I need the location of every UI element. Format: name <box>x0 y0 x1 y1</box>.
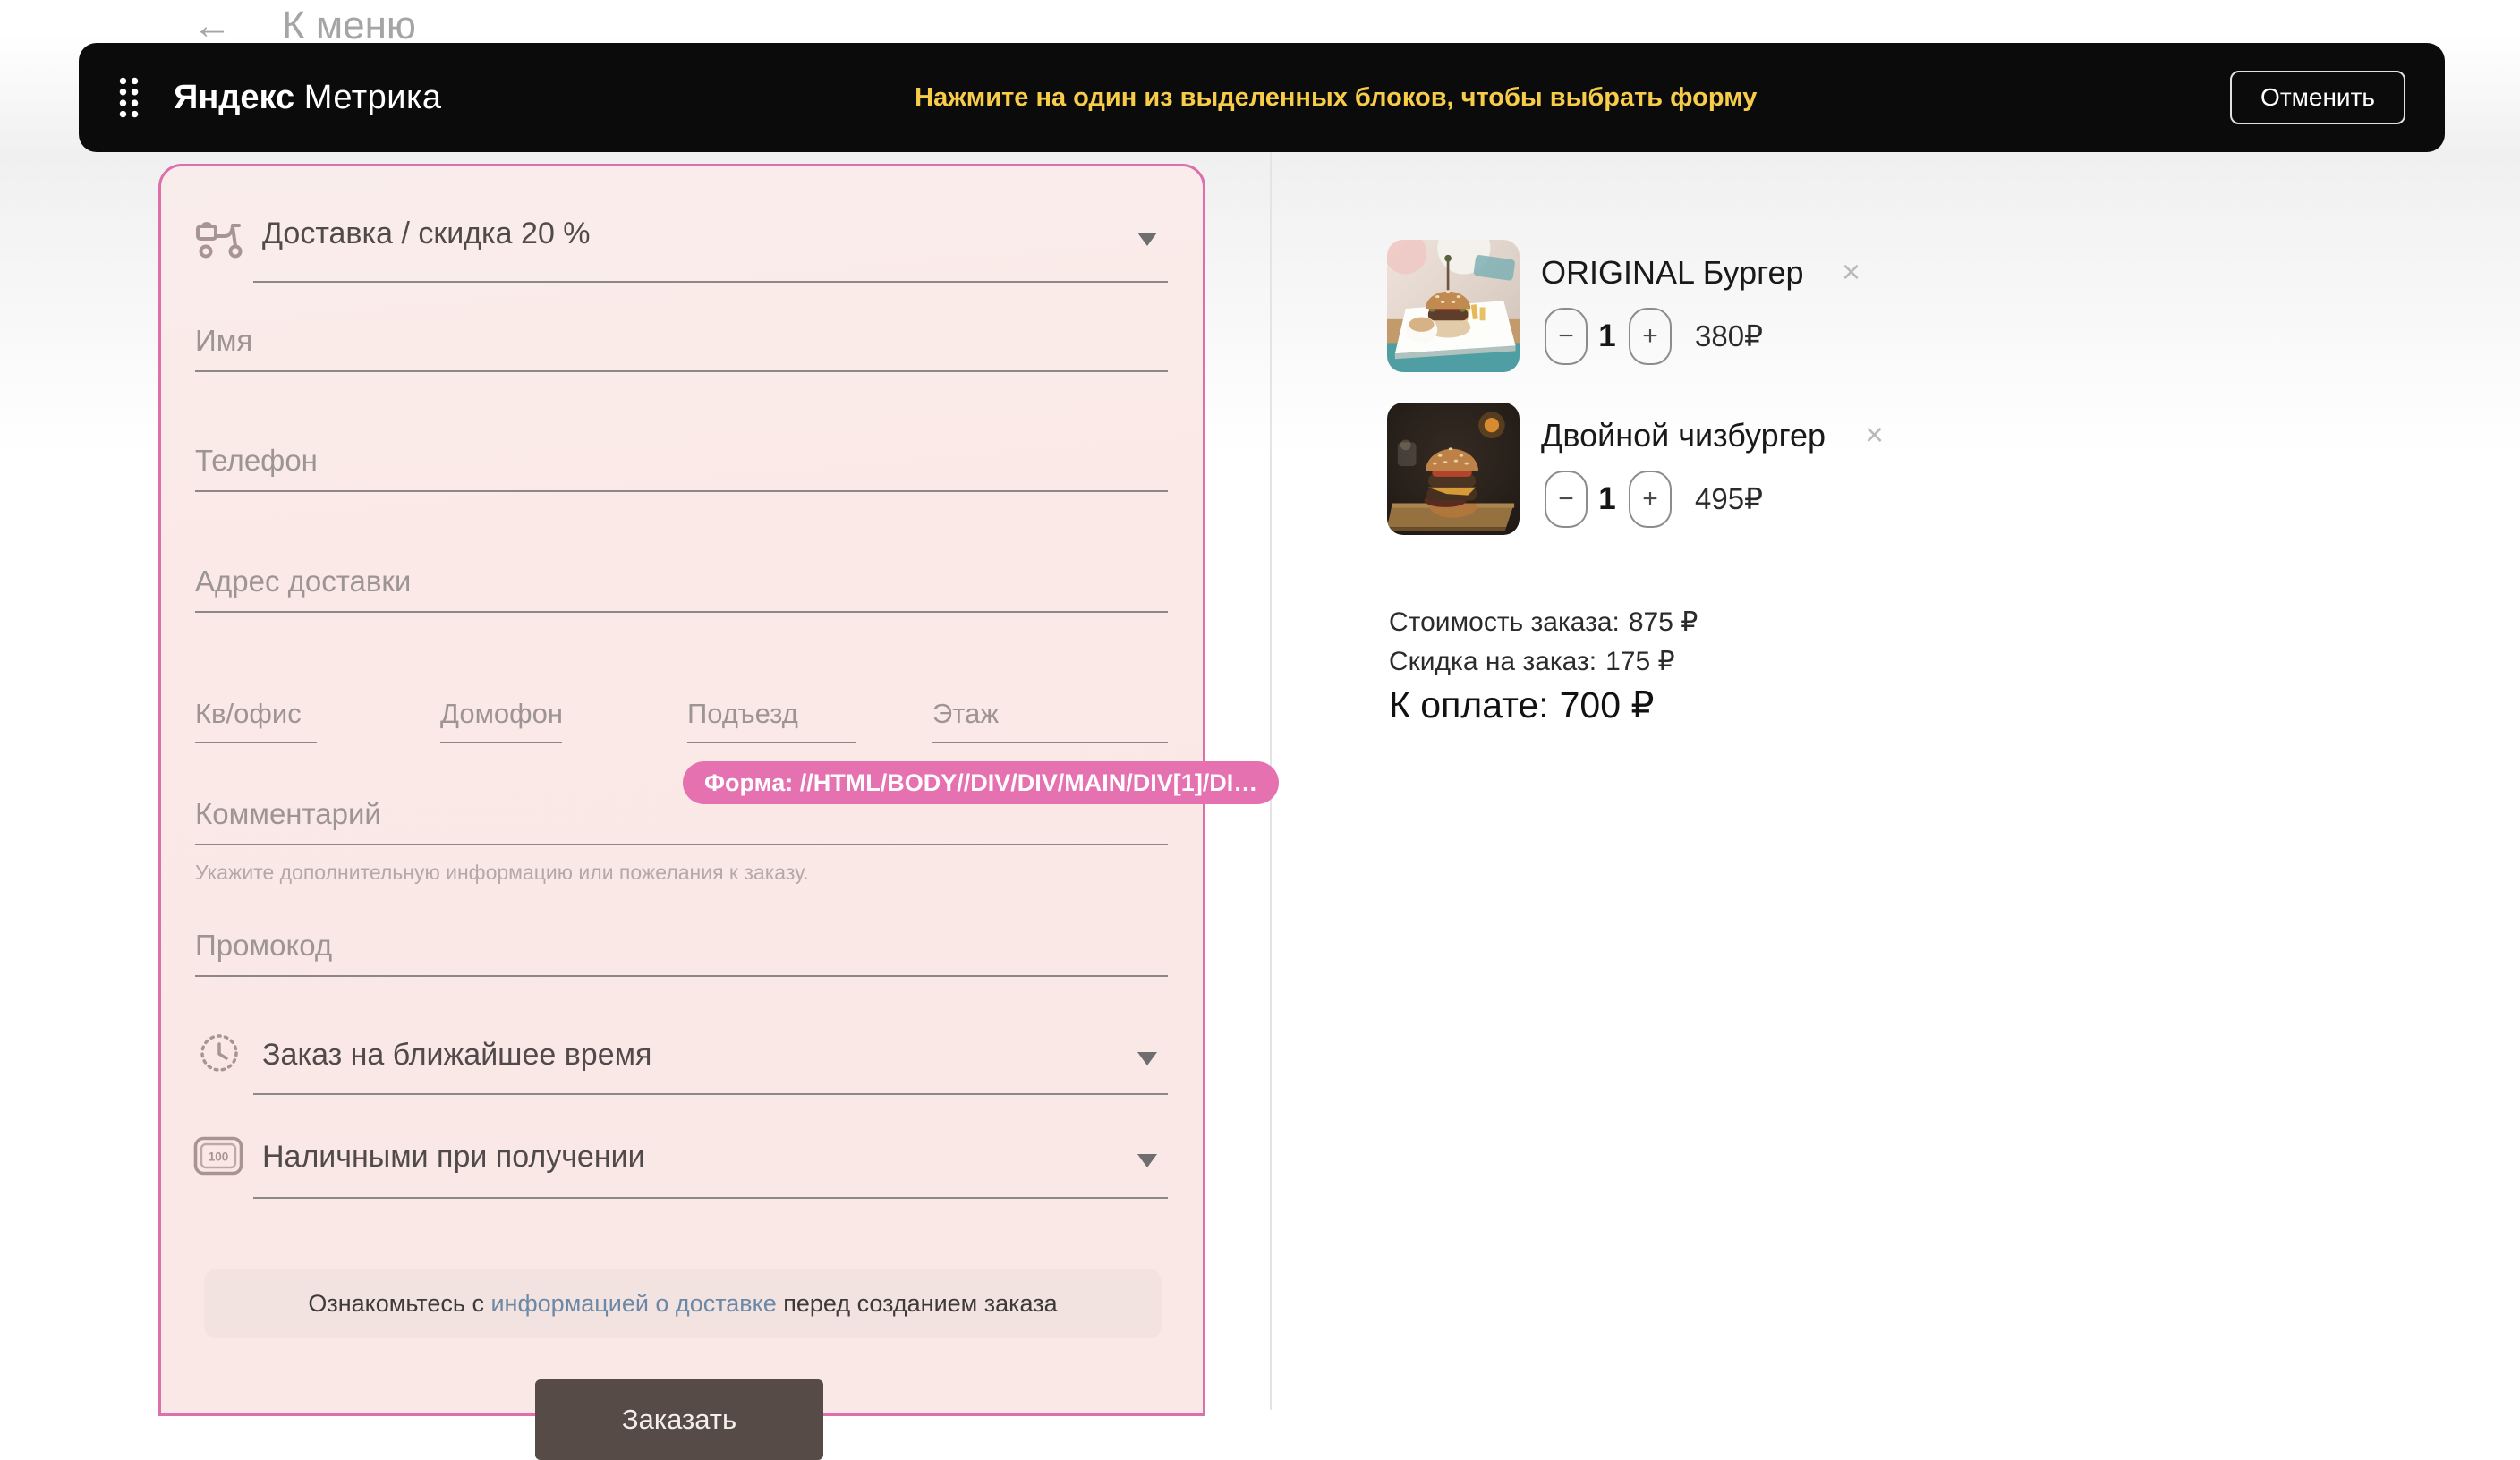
address-input[interactable] <box>195 556 1168 613</box>
brand-metrika: Метрика <box>304 79 442 116</box>
delivery-notice: Ознакомьтесь с информацией о доставке пе… <box>204 1269 1162 1338</box>
entrance-input[interactable] <box>687 689 856 743</box>
payment-method-value: Наличными при получении <box>262 1140 645 1175</box>
notice-prefix: Ознакомьтесь с <box>308 1290 490 1318</box>
item-quantity: 1 <box>1589 481 1625 517</box>
increase-quantity-button[interactable]: + <box>1629 308 1672 365</box>
caret-down-icon <box>1137 233 1157 246</box>
promo-code-input[interactable] <box>195 920 1168 977</box>
delivery-time-value: Заказ на ближайшее время <box>262 1038 651 1073</box>
clock-icon <box>199 1032 240 1074</box>
metrika-instruction-text: Нажмите на один из выделенных блоков, чт… <box>915 83 1757 113</box>
caret-down-icon <box>1137 1154 1157 1167</box>
delivery-time-select[interactable]: Заказ на ближайшее время <box>253 1027 1168 1095</box>
total-label: К оплате: <box>1389 684 1549 726</box>
decrease-quantity-button[interactable]: − <box>1545 471 1588 528</box>
drag-handle-icon[interactable] <box>118 76 140 119</box>
delivery-type-value: Доставка / скидка 20 % <box>262 216 591 251</box>
remove-item-button[interactable]: × <box>1842 256 1860 288</box>
brand-yandex: Яндекс <box>174 79 294 116</box>
back-to-menu-link[interactable]: ← К меню <box>192 4 416 48</box>
svg-text:100: 100 <box>209 1150 229 1164</box>
cart-item-name: ORIGINAL Бургер <box>1541 254 1804 292</box>
metrika-toolbar: Яндекс Метрика Нажмите на один из выделе… <box>79 43 2445 152</box>
delivery-info-link[interactable]: информацией о доставке <box>490 1290 776 1318</box>
apartment-input[interactable] <box>195 689 317 743</box>
back-link-label: К меню <box>282 4 416 48</box>
delivery-type-select[interactable]: Доставка / скидка 20 % <box>253 213 1168 283</box>
decrease-quantity-button[interactable]: − <box>1545 308 1588 365</box>
cart-item-image-double-cheeseburger <box>1387 403 1520 535</box>
phone-input[interactable] <box>195 435 1168 492</box>
item-price: 495₽ <box>1695 481 1763 516</box>
cash-icon: 100 <box>193 1136 243 1176</box>
subtotal-label: Стоимость заказа: <box>1389 607 1620 637</box>
cart-item-image-original-burger <box>1387 240 1520 372</box>
item-price: 380₽ <box>1695 318 1763 353</box>
order-subtotal: Стоимость заказа: 875 ₽ <box>1389 607 1698 638</box>
order-total: К оплате: 700 ₽ <box>1389 683 1655 726</box>
increase-quantity-button[interactable]: + <box>1629 471 1672 528</box>
caret-down-icon <box>1137 1052 1157 1065</box>
discount-value: 175 ₽ <box>1605 647 1674 676</box>
payment-method-select[interactable]: Наличными при получении <box>253 1131 1168 1199</box>
notice-suffix: перед созданием заказа <box>777 1290 1058 1318</box>
back-arrow-icon: ← <box>192 4 232 48</box>
remove-item-button[interactable]: × <box>1865 419 1884 451</box>
name-input[interactable] <box>195 315 1168 372</box>
total-value: 700 ₽ <box>1560 684 1655 726</box>
scooter-icon <box>195 218 245 259</box>
submit-order-button[interactable]: Заказать <box>535 1379 823 1460</box>
order-discount: Скидка на заказ: 175 ₽ <box>1389 646 1675 677</box>
cart-item-name: Двойной чизбургер <box>1541 417 1826 454</box>
yandex-metrika-logo: Яндекс Метрика <box>174 79 442 117</box>
cancel-button[interactable]: Отменить <box>2230 71 2405 124</box>
intercom-input[interactable] <box>440 689 562 743</box>
comment-hint: Укажите дополнительную информацию или по… <box>195 861 809 885</box>
discount-label: Скидка на заказ: <box>1389 647 1596 676</box>
floor-input[interactable] <box>932 689 1168 743</box>
item-quantity: 1 <box>1589 318 1625 354</box>
subtotal-value: 875 ₽ <box>1629 607 1698 637</box>
metrika-form-xpath-tooltip: Форма: //HTML/BODY//DIV/DIV/MAIN/DIV[1]/… <box>683 761 1279 804</box>
